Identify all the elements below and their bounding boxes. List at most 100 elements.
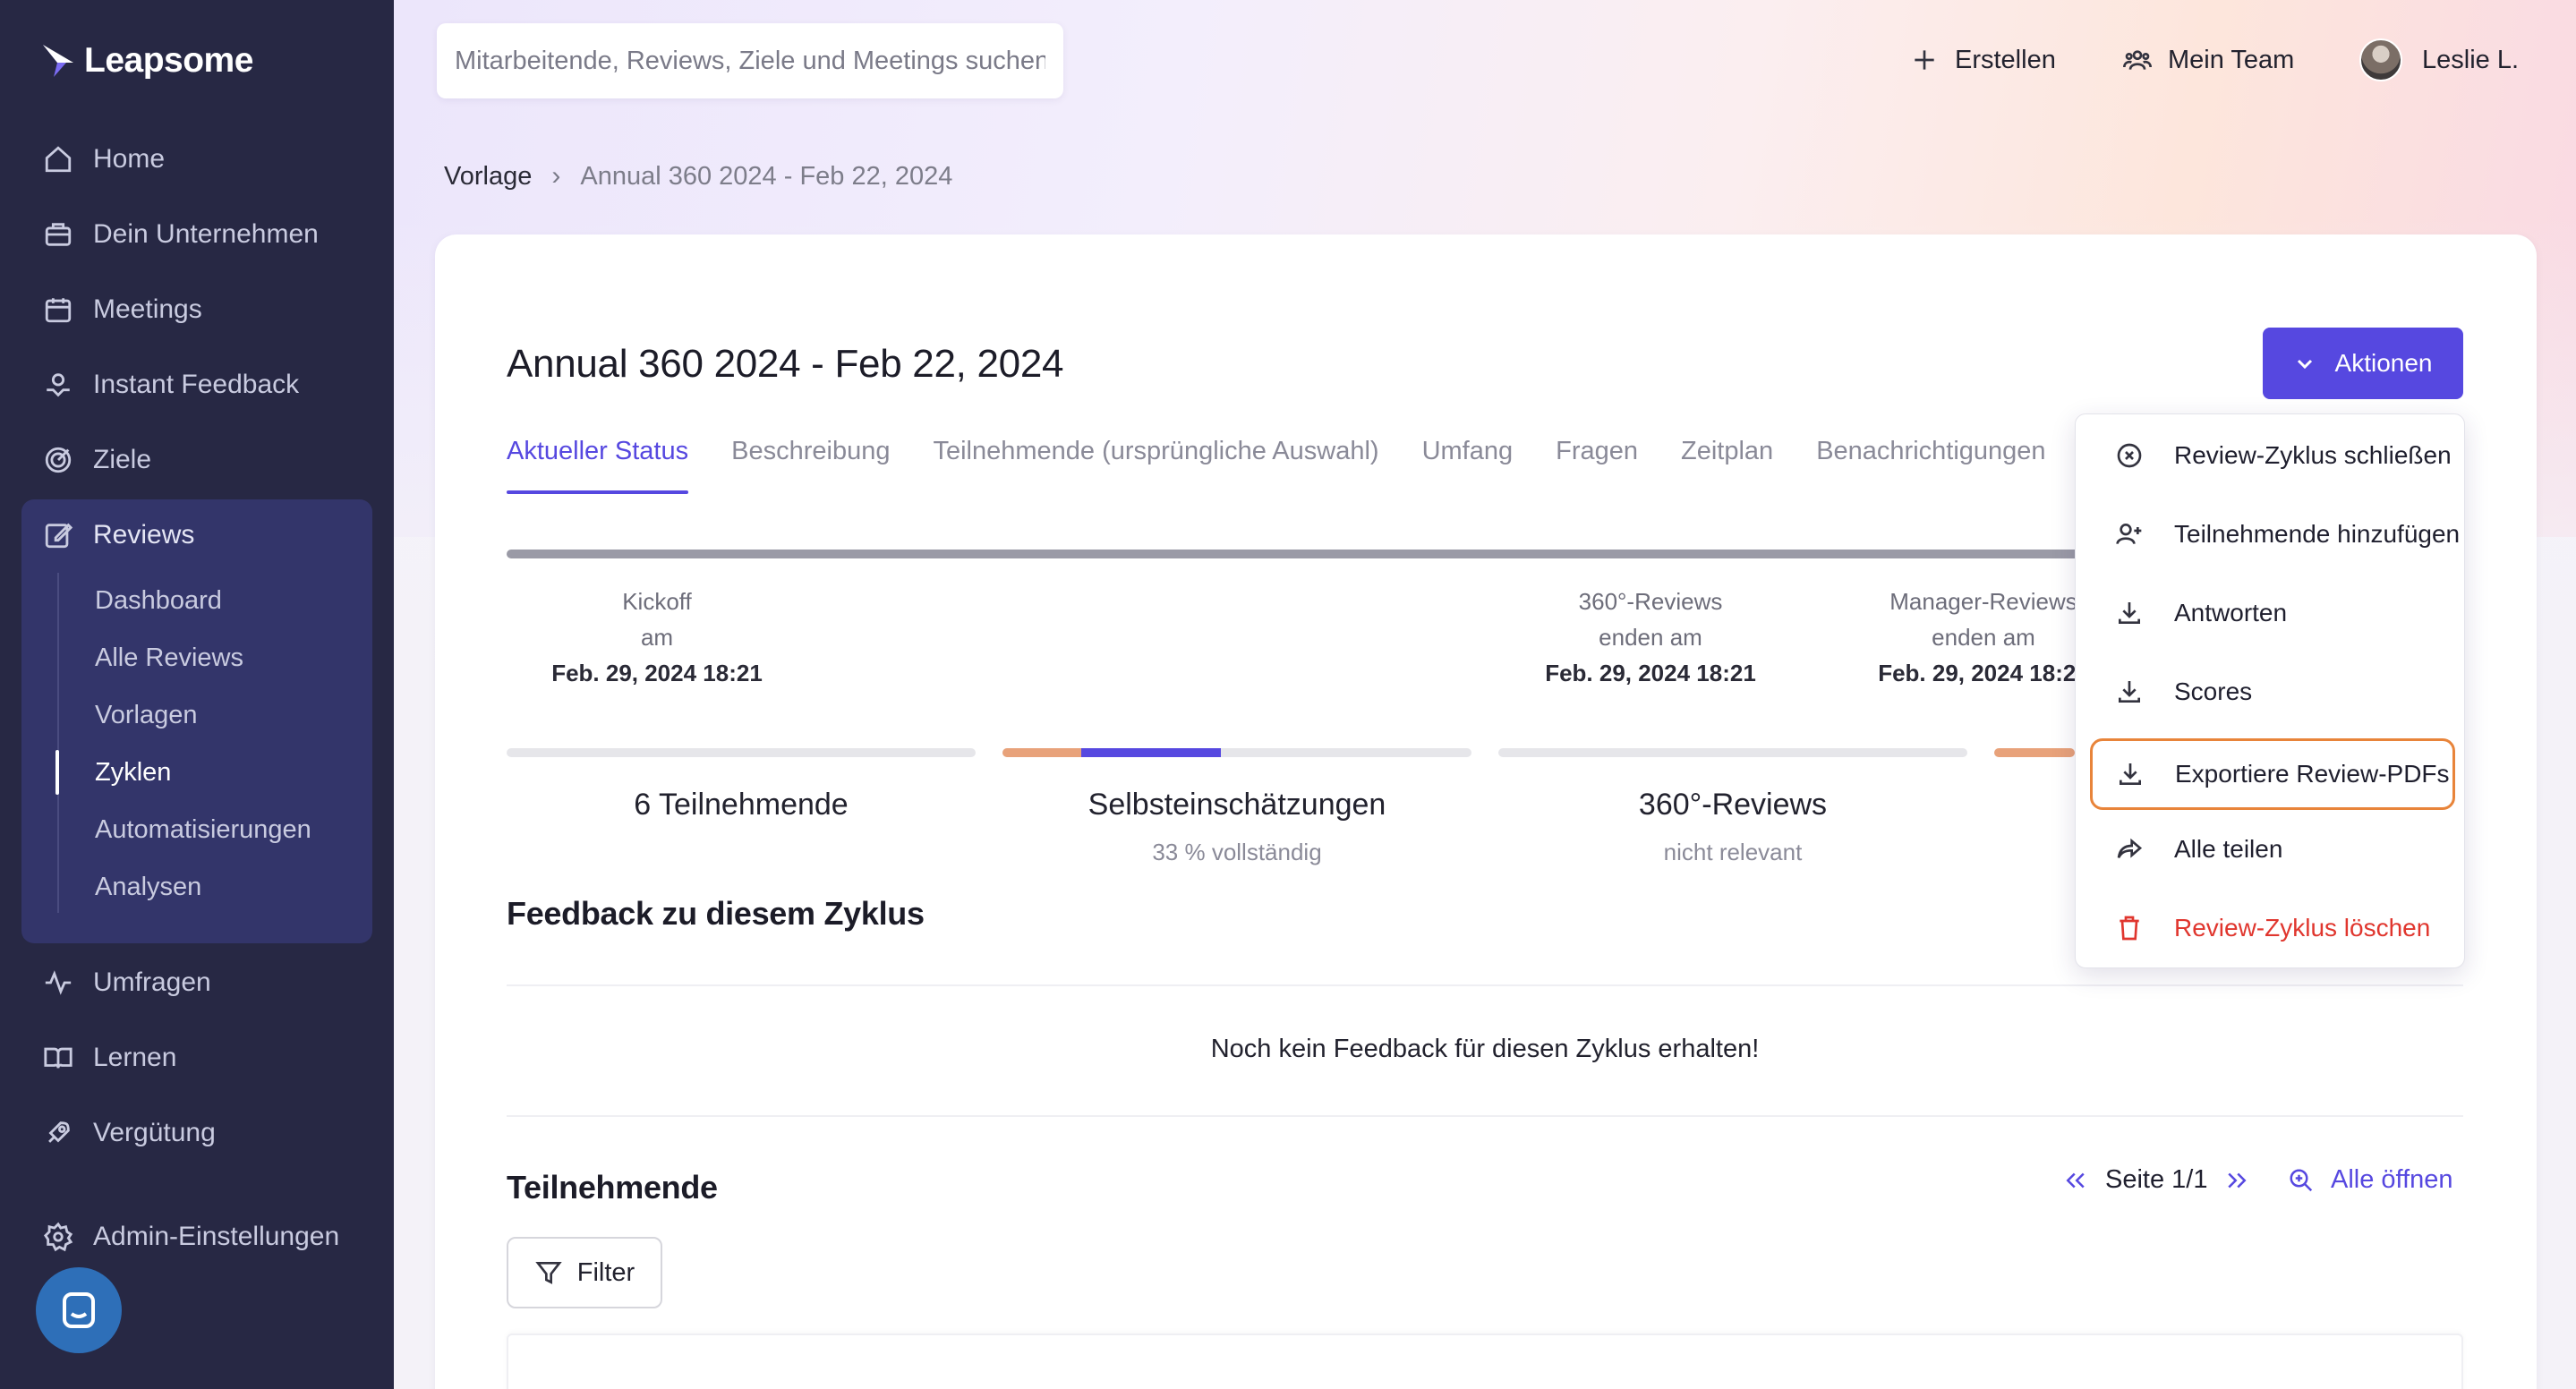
sidebar-item-company[interactable]: Dein Unternehmen	[43, 212, 319, 257]
filter-icon	[535, 1262, 562, 1284]
menu-item-label: Teilnehmende hinzufügen	[2174, 520, 2461, 548]
sidebar-item-label: Home	[93, 144, 166, 174]
self-assessment-bar-part-a	[1002, 748, 1081, 757]
sidebar-item-instant-feedback[interactable]: Instant Feedback	[43, 362, 299, 407]
sidebar-item-label: Vergütung	[93, 1118, 216, 1147]
sidebar-sub-templates[interactable]: Vorlagen	[95, 695, 198, 735]
pagination: Seite 1/1	[2062, 1165, 2250, 1195]
milestone-title: Manager-Reviews	[1889, 588, 2077, 615]
sidebar-sub-dashboard[interactable]: Dashboard	[95, 581, 222, 620]
menu-item-delete-cycle[interactable]: Review-Zyklus löschen	[2092, 899, 2450, 957]
actions-label: Aktionen	[2334, 349, 2433, 377]
create-label: Erstellen	[1955, 45, 2056, 74]
sidebar-item-reviews[interactable]: Reviews	[43, 513, 194, 558]
menu-item-label: Review-Zyklus schließen	[2174, 441, 2452, 469]
menu-item-share-all[interactable]: Alle teilen	[2092, 821, 2450, 878]
sidebar-item-label: Admin-Einstellungen	[93, 1222, 340, 1251]
menu-item-label: Scores	[2174, 677, 2253, 705]
menu-item-label: Review-Zyklus löschen	[2174, 914, 2431, 942]
menu-item-scores[interactable]: Scores	[2092, 663, 2450, 720]
divider	[507, 984, 2463, 986]
stat-360-reviews: 360°-Reviews nicht relevant	[1498, 788, 1967, 866]
sidebar-sub-analyses[interactable]: Analysen	[95, 867, 201, 907]
pulse-icon	[45, 970, 72, 995]
tab-scope[interactable]: Umfang	[1422, 437, 1514, 494]
submenu-line	[57, 573, 59, 913]
sidebar-item-surveys[interactable]: Umfragen	[43, 960, 211, 1005]
first-page-icon[interactable]	[2062, 1167, 2089, 1194]
add-user-icon	[2116, 524, 2142, 545]
tab-current-status[interactable]: Aktueller Status	[507, 437, 689, 494]
filter-button[interactable]: Filter	[507, 1237, 662, 1308]
sidebar-item-label: Dein Unternehmen	[93, 219, 319, 249]
sidebar-item-home[interactable]: Home	[43, 137, 165, 182]
sidebar-sub-all-reviews[interactable]: Alle Reviews	[95, 638, 243, 677]
milestone-date: Feb. 29, 2024 18:21	[1878, 660, 2089, 686]
milestone-title: 360°-Reviews	[1578, 588, 1723, 615]
edit-icon	[45, 523, 73, 549]
leapsome-logo-icon	[43, 45, 73, 77]
rocket-icon	[48, 1121, 70, 1143]
chat-icon	[63, 1292, 95, 1328]
search-input[interactable]	[455, 46, 1045, 76]
menu-item-label: Antworten	[2174, 599, 2288, 626]
tab-questions[interactable]: Fragen	[1556, 437, 1638, 494]
leapsome-logo[interactable]: Leapsome	[39, 41, 253, 81]
milestone-date: Feb. 29, 2024 18:21	[1545, 660, 1756, 686]
stat-detail: 33 % vollständig	[1152, 839, 1322, 865]
tab-description[interactable]: Beschreibung	[731, 437, 890, 494]
download-icon	[2119, 681, 2140, 703]
sidebar-item-label: Meetings	[93, 294, 202, 324]
stat-value: Selbsteinschätzungen	[1088, 788, 1386, 822]
download-icon	[2119, 602, 2140, 624]
menu-item-answers[interactable]: Antworten	[2092, 584, 2450, 642]
create-button[interactable]: Erstellen	[1910, 38, 2056, 82]
stat-detail: nicht relevant	[1663, 839, 1803, 865]
sidebar-item-label: Umfragen	[93, 967, 211, 997]
sidebar-item-learning[interactable]: Lernen	[43, 1035, 176, 1080]
milestone-kickoff: Kickoff am Feb. 29, 2024 18:21	[532, 584, 782, 691]
participants-section-title: Teilnehmende	[507, 1169, 718, 1206]
sidebar-item-label: Instant Feedback	[93, 370, 300, 399]
menu-item-close-cycle[interactable]: Review-Zyklus schließen	[2092, 427, 2452, 484]
milestone-subtitle: am	[640, 624, 674, 651]
close-circle-icon	[2117, 443, 2142, 468]
sidebar-item-meetings[interactable]: Meetings	[43, 287, 202, 332]
tab-schedule[interactable]: Zeitplan	[1681, 437, 1773, 494]
milestone-manager-reviews: Manager-Reviews enden am Feb. 29, 2024 1…	[1858, 584, 2109, 691]
tab-bar: Aktueller Status Beschreibung Teilnehmen…	[507, 437, 2046, 494]
menu-item-label: Exportiere Review-PDFs	[2175, 760, 2450, 788]
sidebar-item-compensation[interactable]: Vergütung	[43, 1111, 216, 1155]
global-search[interactable]	[437, 23, 1063, 98]
menu-item-add-participants[interactable]: Teilnehmende hinzufügen	[2092, 506, 2460, 563]
feedback-empty-message: Noch kein Feedback für diesen Zyklus erh…	[1210, 1035, 1760, 1063]
sidebar-sub-automations[interactable]: Automatisierungen	[95, 810, 311, 849]
timeline-bar	[507, 550, 2118, 558]
self-assessment-bar-part-b	[1081, 748, 1221, 757]
team-icon	[2123, 50, 2152, 70]
sidebar-item-label: Reviews	[93, 520, 195, 550]
chevron-down-icon	[2297, 359, 2312, 370]
actions-button[interactable]: Aktionen	[2263, 328, 2463, 399]
tab-notifications[interactable]: Benachrichtigungen	[1816, 437, 2045, 494]
sidebar-item-goals[interactable]: Ziele	[43, 438, 151, 482]
divider	[507, 1115, 2463, 1117]
breadcrumb-current: Annual 360 2024 - Feb 22, 2024	[580, 161, 953, 191]
my-team-button[interactable]: Mein Team	[2123, 38, 2294, 82]
sidebar-item-label: Ziele	[93, 445, 152, 474]
actions-dropdown: Review-Zyklus schließen Teilnehmende hin…	[2075, 413, 2465, 968]
user-menu[interactable]: Leslie L.	[2359, 38, 2519, 82]
tab-participants-initial[interactable]: Teilnehmende (ursprüngliche Auswahl)	[933, 437, 1378, 494]
last-page-icon[interactable]	[2223, 1167, 2250, 1194]
sidebar-sub-cycles[interactable]: Zyklen	[95, 753, 171, 792]
360-reviews-bar	[1498, 748, 1967, 757]
chat-launcher-button[interactable]	[36, 1267, 122, 1353]
sidebar-item-admin-settings[interactable]: Admin-Einstellungen	[43, 1214, 339, 1259]
menu-item-export-pdfs[interactable]: Exportiere Review-PDFs	[2090, 738, 2455, 810]
breadcrumb-parent[interactable]: Vorlage	[444, 162, 532, 192]
milestone-title: Kickoff	[622, 588, 692, 615]
book-icon	[44, 1047, 73, 1069]
sidebar: Leapsome Home Dein Unternehmen Meetings …	[0, 0, 394, 1389]
open-all-link[interactable]: Alle öffnen	[2288, 1165, 2453, 1195]
participants-table	[507, 1334, 2463, 1389]
